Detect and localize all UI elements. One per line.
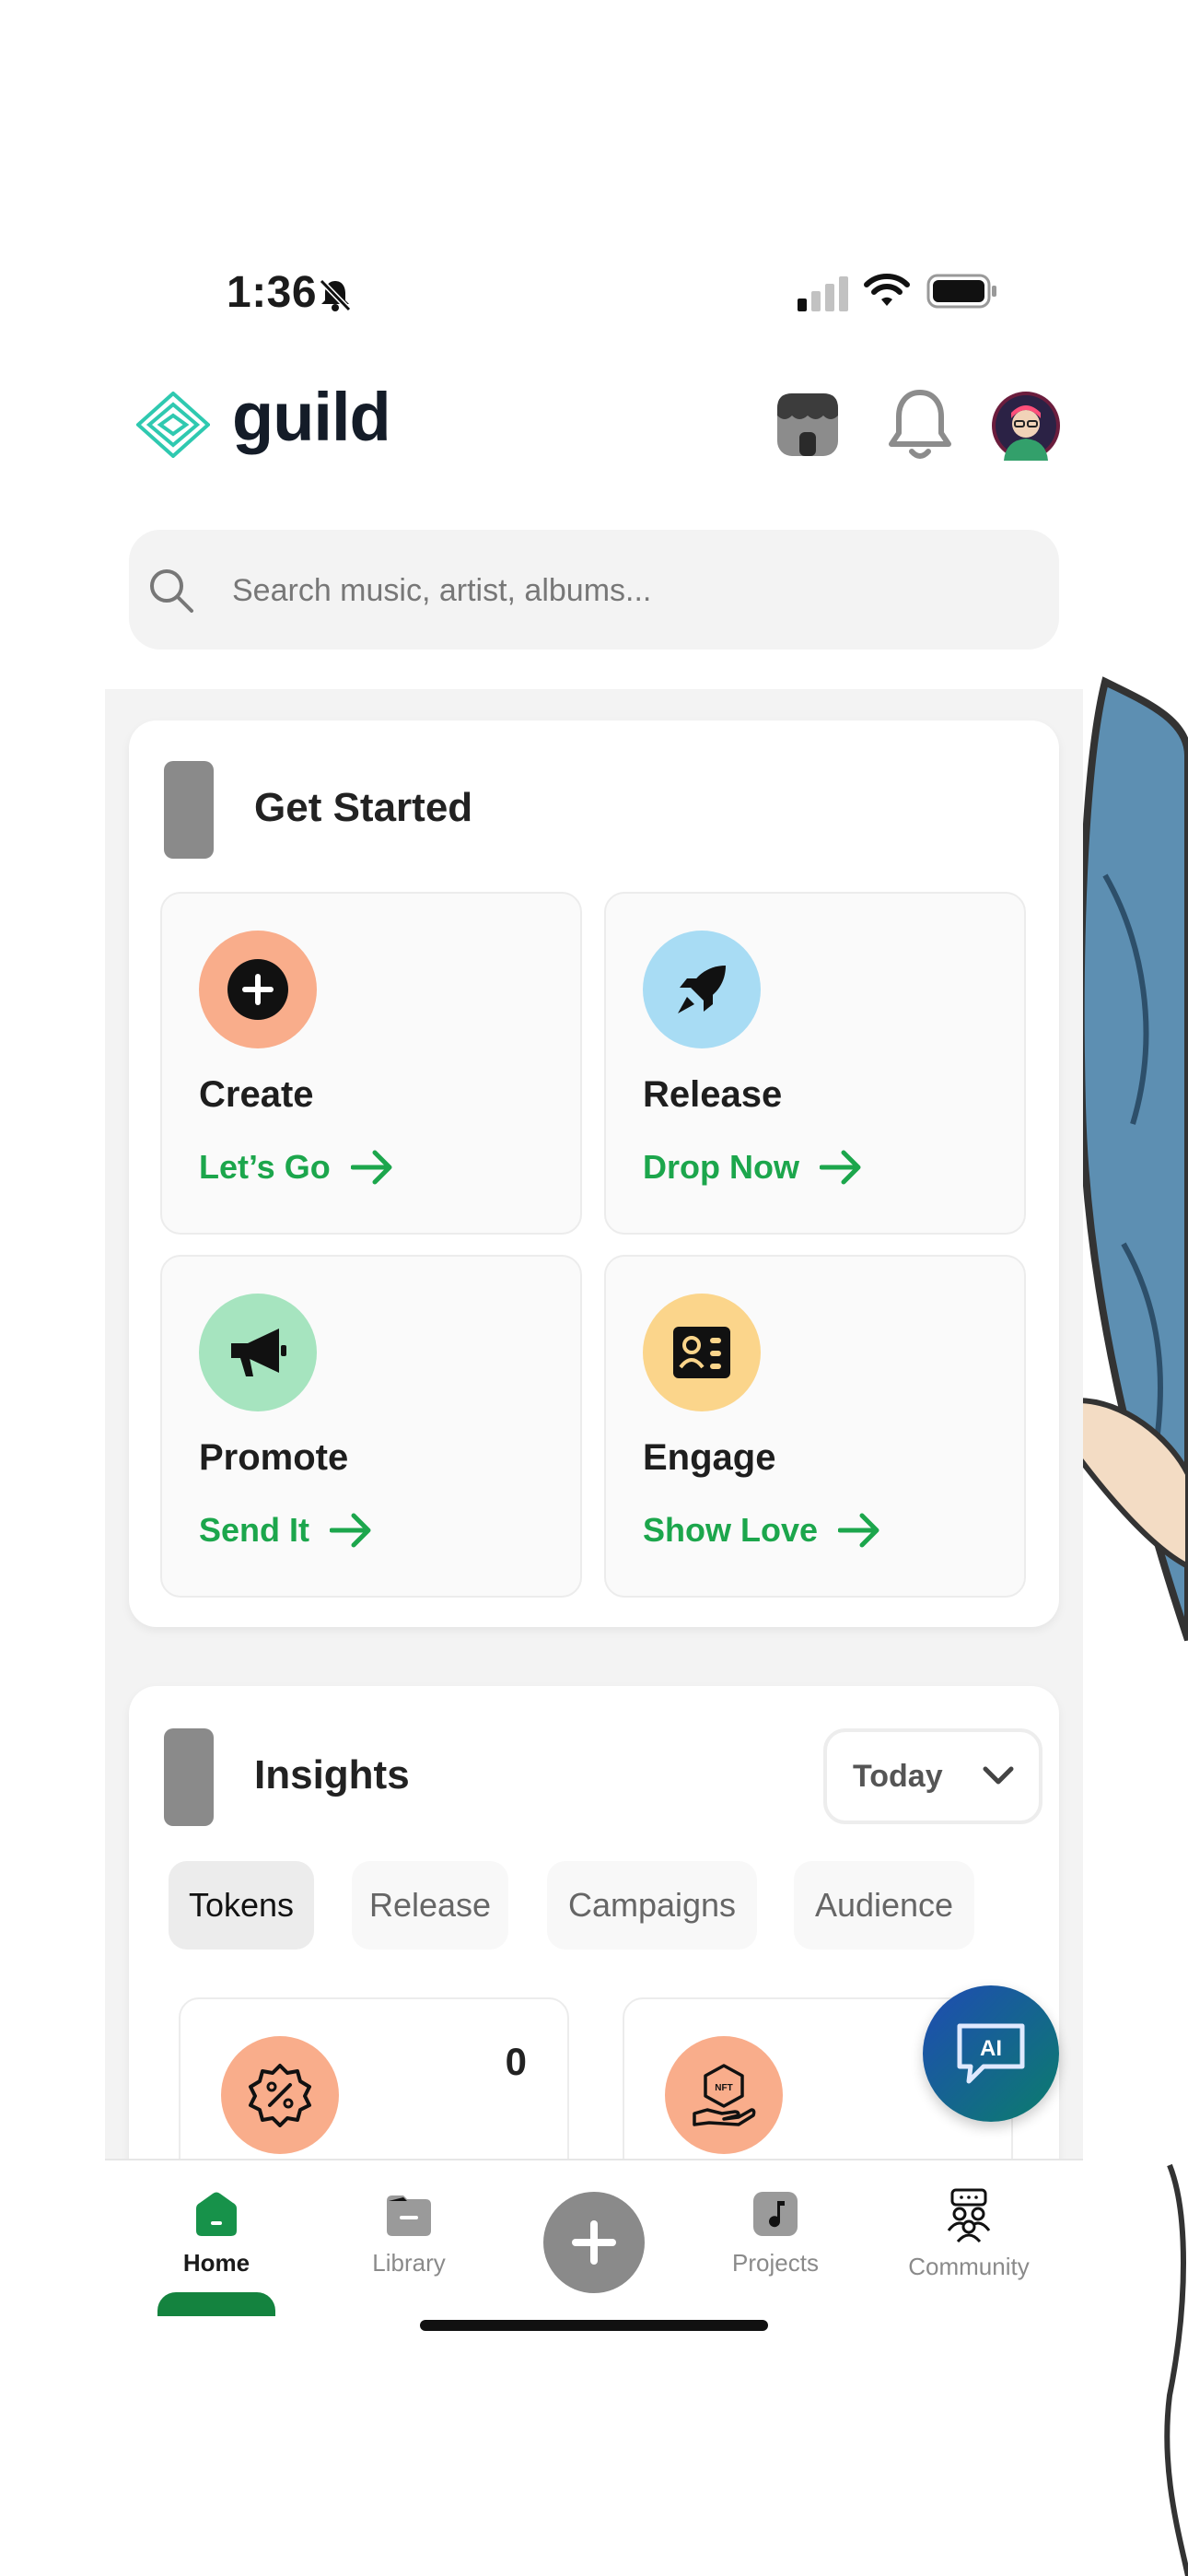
section-marker	[164, 1728, 214, 1826]
engage-icon-circle	[643, 1294, 761, 1411]
tab-home[interactable]: Home	[157, 2188, 276, 2316]
community-icon	[947, 2188, 991, 2243]
ai-chat-icon: AI	[957, 2023, 1025, 2084]
svg-text:NFT: NFT	[715, 2083, 732, 2093]
release-link-label: Drop Now	[643, 1148, 799, 1186]
search-icon	[150, 569, 193, 613]
active-tab-indicator	[157, 2292, 275, 2316]
tab-tokens[interactable]: Tokens	[169, 1861, 314, 1950]
chevron-down-icon	[983, 1766, 1014, 1785]
avatar[interactable]	[991, 391, 1061, 461]
get-started-title: Get Started	[254, 785, 473, 830]
nft-hand-icon: NFT	[693, 2064, 756, 2126]
ai-assistant-button[interactable]: AI	[923, 1985, 1059, 2122]
library-folder-icon	[387, 2195, 431, 2236]
tab-library-label: Library	[372, 2249, 446, 2277]
bell-icon[interactable]	[886, 387, 954, 463]
create-link[interactable]: Let’s Go	[199, 1148, 395, 1187]
plus-circle-icon	[227, 959, 288, 1020]
promote-icon-circle	[199, 1294, 317, 1411]
create-link-label: Let’s Go	[199, 1148, 331, 1186]
plus-icon	[572, 2220, 616, 2265]
engage-link-label: Show Love	[643, 1511, 819, 1549]
home-indicator	[420, 2320, 768, 2331]
tab-library[interactable]: Library	[352, 2188, 466, 2277]
engage-title: Engage	[643, 1437, 776, 1478]
tab-community[interactable]: Community	[895, 2188, 1042, 2281]
release-tile[interactable]: Release Drop Now	[604, 892, 1026, 1235]
search-bar[interactable]	[129, 530, 1059, 651]
promote-title: Promote	[199, 1437, 349, 1478]
insights-title: Insights	[254, 1752, 410, 1797]
release-link[interactable]: Drop Now	[643, 1148, 864, 1187]
engage-link[interactable]: Show Love	[643, 1511, 882, 1550]
tab-release[interactable]: Release	[352, 1861, 508, 1950]
period-dropdown[interactable]: Today	[823, 1728, 1042, 1824]
stat-icon-circle	[221, 2036, 339, 2154]
stat-value: 0	[505, 2040, 527, 2083]
release-icon-circle	[643, 931, 761, 1048]
period-value: Today	[853, 1758, 943, 1794]
tab-projects[interactable]: Projects	[713, 2188, 838, 2277]
megaphone-icon	[231, 1329, 286, 1376]
store-icon[interactable]	[775, 392, 840, 458]
stat-icon-circle: NFT	[665, 2036, 783, 2154]
search-input[interactable]	[230, 530, 1026, 651]
guild-logo-icon	[136, 392, 210, 458]
arrow-right-icon	[350, 1150, 392, 1185]
release-title: Release	[643, 1074, 783, 1115]
rocket-icon	[678, 966, 726, 1013]
create-title: Create	[199, 1074, 314, 1115]
add-button[interactable]	[543, 2192, 645, 2293]
create-tile[interactable]: Create Let’s Go	[160, 892, 582, 1235]
ai-label: AI	[980, 2036, 1002, 2061]
guild-logo-text: guild	[232, 379, 391, 455]
tab-campaigns[interactable]: Campaigns	[547, 1861, 757, 1950]
promote-link[interactable]: Send It	[199, 1511, 374, 1550]
engage-tile[interactable]: Engage Show Love	[604, 1255, 1026, 1598]
home-content: Get Started Create Let’s Go Release Drop…	[105, 689, 1083, 2159]
promote-link-label: Send It	[199, 1511, 310, 1549]
arrow-right-icon	[838, 1513, 879, 1548]
arrow-right-icon	[330, 1513, 371, 1548]
tab-projects-label: Projects	[732, 2249, 819, 2277]
tab-home-label: Home	[182, 2249, 250, 2277]
signal-icon	[798, 276, 848, 311]
home-icon	[196, 2192, 237, 2236]
status-time: 1:36	[227, 268, 318, 317]
battery-icon	[926, 274, 996, 309]
promote-tile[interactable]: Promote Send It	[160, 1255, 582, 1598]
create-icon-circle	[199, 931, 317, 1048]
discount-badge-icon	[249, 2064, 311, 2127]
section-marker	[164, 761, 214, 859]
arrow-right-icon	[819, 1150, 861, 1185]
contact-card-icon	[673, 1327, 730, 1378]
tokens-stat-card[interactable]: 0	[179, 1997, 569, 2159]
wifi-icon	[864, 274, 910, 306]
background-illustration	[1075, 645, 1188, 2576]
music-note-icon	[753, 2192, 798, 2236]
tab-community-label: Community	[908, 2253, 1030, 2280]
get-started-card: Get Started Create Let’s Go Release Drop…	[129, 720, 1059, 1627]
tab-audience[interactable]: Audience	[794, 1861, 974, 1950]
bell-muted-icon	[319, 278, 352, 312]
